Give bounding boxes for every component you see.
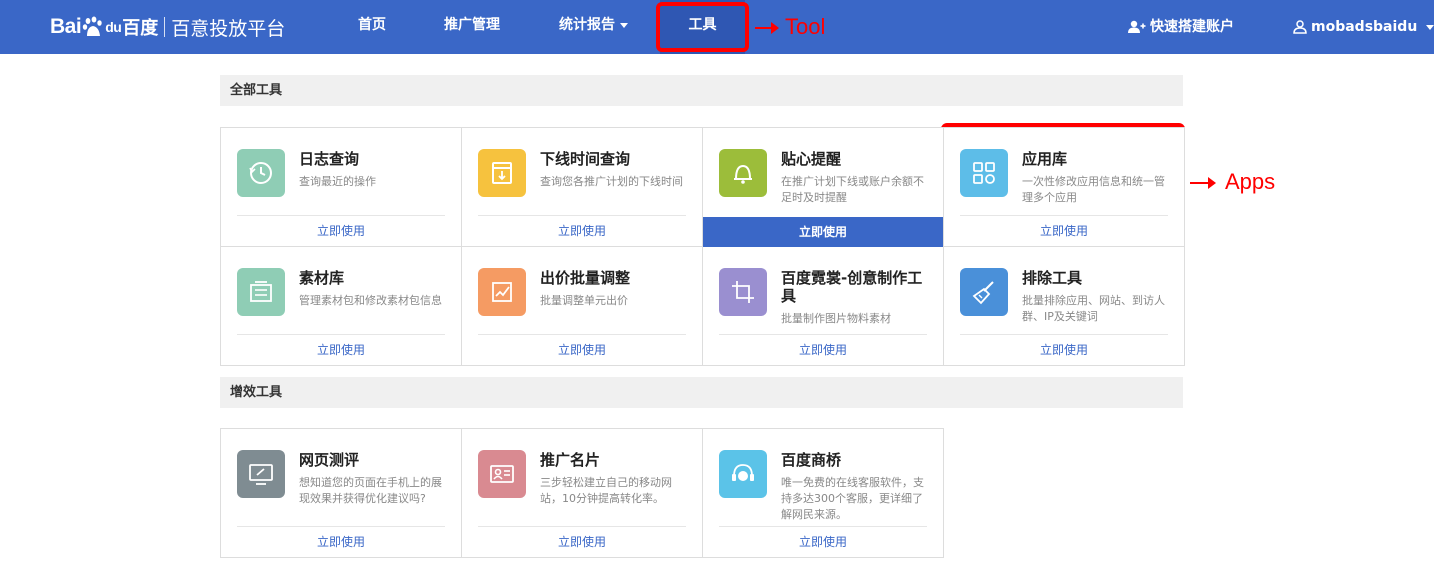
bell-icon — [719, 149, 767, 197]
tool-description: 想知道您的页面在手机上的展现效果并获得优化建议吗? — [299, 476, 442, 505]
nav-home-label: 首页 — [358, 17, 386, 33]
logo-chinese-text: 百度 — [122, 18, 159, 39]
quick-setup-account-label: 快速搭建账户 — [1150, 19, 1234, 35]
use-now-button[interactable]: 立即使用 — [221, 335, 461, 365]
logo-divider — [164, 17, 166, 37]
tool-title: 应用库 — [1022, 150, 1068, 168]
tool-description: 在推广计划下线或账户余额不足时及时提醒 — [781, 175, 924, 204]
tool-card-offline-time-query: 下线时间查询 查询您各推广计划的下线时间 立即使用 — [462, 128, 703, 247]
nav-campaign-management-label: 推广管理 — [444, 17, 500, 33]
use-now-button[interactable]: 立即使用 — [221, 527, 461, 557]
logo-bai-text: Bai — [50, 15, 82, 38]
tool-card-bulk-bid-adjust: 出价批量调整 批量调整单元出价 立即使用 — [462, 247, 703, 366]
use-now-button[interactable]: 立即使用 — [703, 335, 943, 365]
monitor-icon — [237, 450, 285, 498]
tool-card-baidu-bridge: 百度商桥 唯一免费的在线客服软件，支持多达300个客服，更详细了解网民来源。 立… — [703, 429, 944, 558]
use-now-button[interactable]: 立即使用 — [703, 217, 943, 247]
chevron-down-icon — [1426, 24, 1434, 30]
tool-title: 推广名片 — [540, 451, 601, 469]
user-icon — [1293, 20, 1307, 34]
use-now-button[interactable]: 立即使用 — [703, 527, 943, 557]
tool-title: 百度商桥 — [781, 451, 842, 469]
tool-card-app-library: 应用库 一次性修改应用信息和统一管理多个应用 立即使用 — [944, 128, 1185, 247]
paw-icon — [82, 16, 104, 38]
nav-campaign-management[interactable]: 推广管理 — [444, 0, 500, 54]
crop-icon — [719, 268, 767, 316]
tool-title: 网页测评 — [299, 451, 360, 469]
efficiency-tools-grid: 网页测评 想知道您的页面在手机上的展现效果并获得优化建议吗? 立即使用 推广名片… — [220, 428, 944, 558]
use-now-button[interactable]: 立即使用 — [462, 527, 702, 557]
use-now-button[interactable]: 立即使用 — [462, 216, 702, 246]
tool-card-reminder: 贴心提醒 在推广计划下线或账户余额不足时及时提醒 立即使用 — [703, 128, 944, 247]
bid-chart-icon — [478, 268, 526, 316]
arrow-right-icon — [1190, 177, 1216, 189]
tool-description: 管理素材包和修改素材包信息 — [299, 294, 442, 307]
use-now-button[interactable]: 立即使用 — [462, 335, 702, 365]
baidu-logo[interactable]: Bai du 百度 百意投放平台 — [50, 10, 285, 44]
tool-card-log-query: 日志查询 查询最近的操作 立即使用 — [221, 128, 462, 247]
add-user-icon — [1128, 20, 1146, 33]
tool-title: 百度霓裳-创意制作工具 — [781, 269, 923, 305]
tool-description: 查询最近的操作 — [299, 175, 376, 188]
tool-title: 下线时间查询 — [540, 150, 631, 168]
use-now-button[interactable]: 立即使用 — [944, 335, 1184, 365]
use-now-button[interactable]: 立即使用 — [221, 216, 461, 246]
quick-setup-account-link[interactable]: 快速搭建账户 — [1128, 0, 1234, 54]
tool-description: 一次性修改应用信息和统一管理多个应用 — [1022, 175, 1165, 204]
use-now-button[interactable]: 立即使用 — [944, 216, 1184, 246]
chevron-down-icon — [620, 22, 628, 28]
tool-description: 三步轻松建立自己的移动网站，10分钟提高转化率。 — [540, 476, 672, 505]
broom-icon — [960, 268, 1008, 316]
tool-card-creative-maker: 百度霓裳-创意制作工具 批量制作图片物料素材 立即使用 — [703, 247, 944, 366]
tool-title: 出价批量调整 — [540, 269, 631, 287]
nav-home[interactable]: 首页 — [358, 0, 386, 54]
material-library-icon — [237, 268, 285, 316]
nav-reports[interactable]: 统计报告 — [559, 0, 628, 54]
nav-reports-label: 统计报告 — [559, 17, 615, 33]
section-heading-efficiency-tools: 增效工具 — [220, 377, 1183, 408]
business-card-icon — [478, 450, 526, 498]
tool-title: 日志查询 — [299, 150, 360, 168]
tool-card-webpage-review: 网页测评 想知道您的页面在手机上的展现效果并获得优化建议吗? 立即使用 — [221, 429, 462, 558]
tool-title: 贴心提醒 — [781, 150, 842, 168]
clock-refresh-icon — [237, 149, 285, 197]
username-label: mobadsbaidu — [1311, 19, 1418, 35]
headset-icon — [719, 450, 767, 498]
apps-annotation-label: Apps — [1225, 169, 1276, 194]
tool-description: 唯一免费的在线客服软件，支持多达300个客服，更详细了解网民来源。 — [781, 476, 924, 521]
tool-card-material-library: 素材库 管理素材包和修改素材包信息 立即使用 — [221, 247, 462, 366]
tool-description: 查询您各推广计划的下线时间 — [540, 175, 683, 188]
calendar-download-icon — [478, 149, 526, 197]
arrow-right-icon — [755, 22, 779, 34]
platform-title: 百意投放平台 — [171, 17, 286, 40]
tool-card-promo-card: 推广名片 三步轻松建立自己的移动网站，10分钟提高转化率。 立即使用 — [462, 429, 703, 558]
tool-card-exclusion-tool: 排除工具 批量排除应用、网站、到访人群、IP及关键词 立即使用 — [944, 247, 1185, 366]
tool-annotation-label: Tool — [785, 14, 826, 39]
user-menu[interactable]: mobadsbaidu — [1293, 0, 1434, 54]
tool-highlight-box — [656, 2, 749, 52]
all-tools-grid: 日志查询 查询最近的操作 立即使用 下线时间查询 查询您各推广计划的下线时间 立… — [220, 127, 1185, 366]
logo-du-text: du — [105, 19, 122, 35]
tool-title: 素材库 — [299, 269, 345, 287]
tool-title: 排除工具 — [1022, 269, 1083, 287]
tool-description: 批量调整单元出价 — [540, 294, 628, 307]
section-heading-all-tools: 全部工具 — [220, 75, 1183, 106]
tool-description: 批量排除应用、网站、到访人群、IP及关键词 — [1022, 294, 1165, 323]
tool-description: 批量制作图片物料素材 — [781, 312, 891, 325]
app-grid-icon — [960, 149, 1008, 197]
